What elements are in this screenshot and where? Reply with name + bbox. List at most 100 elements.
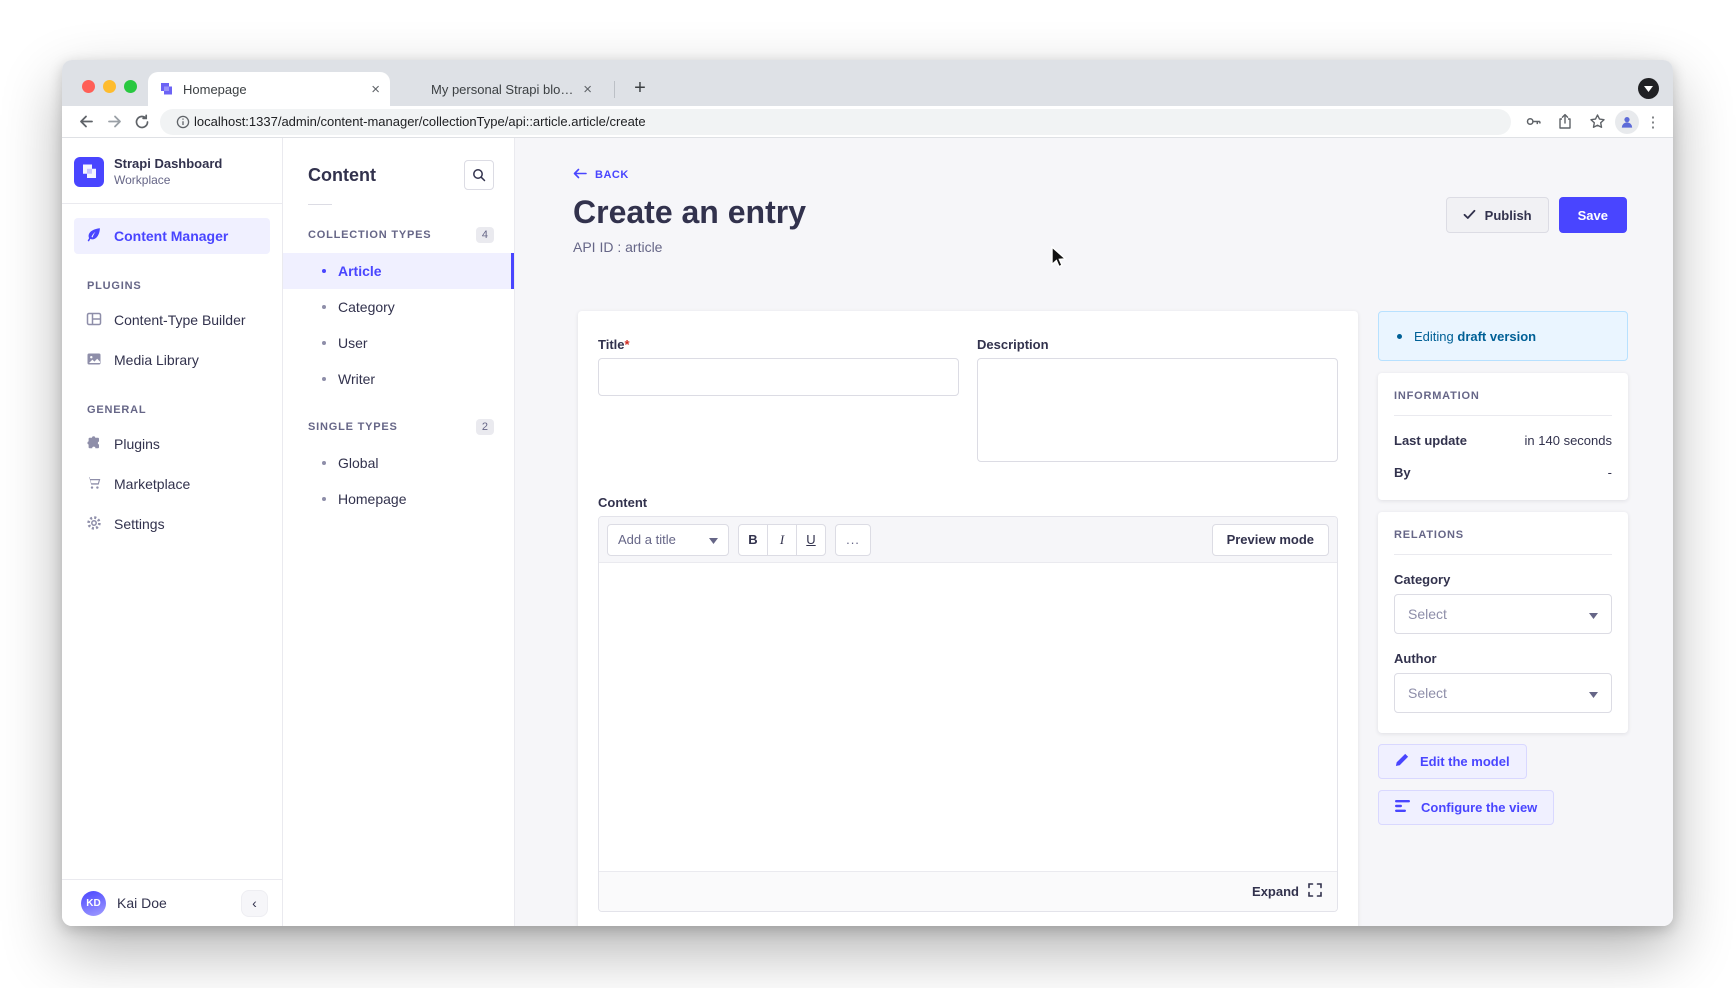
tab-homepage[interactable]: Homepage × <box>148 72 390 106</box>
draft-banner-text: Editing draft version <box>1414 329 1536 344</box>
category-select-placeholder: Select <box>1408 606 1447 622</box>
search-button[interactable] <box>464 160 494 190</box>
workspace-subtitle: Workplace <box>114 173 222 187</box>
puzzle-icon <box>86 435 102 454</box>
forward-nav-icon[interactable] <box>100 108 128 136</box>
share-icon[interactable] <box>1551 108 1579 136</box>
collection-type-category[interactable]: Category <box>283 289 514 325</box>
single-types-count: 2 <box>476 419 494 435</box>
window-controls <box>82 80 137 93</box>
description-textarea[interactable] <box>977 358 1338 462</box>
workspace-name: Strapi Dashboard <box>114 156 222 171</box>
more-formats-button[interactable]: ... <box>835 524 871 556</box>
gear-icon <box>86 515 102 534</box>
expand-label[interactable]: Expand <box>1252 884 1299 899</box>
sidebar-item-label: Settings <box>114 516 165 532</box>
collection-types-count: 4 <box>476 227 494 243</box>
collection-type-user[interactable]: User <box>283 325 514 361</box>
content-nav-title: Content <box>308 165 376 186</box>
editor-body[interactable] <box>599 563 1337 871</box>
back-arrow-icon <box>573 166 587 184</box>
configure-lines-icon <box>1395 800 1410 815</box>
workspace-brand[interactable]: Strapi Dashboard Workplace <box>62 138 282 203</box>
draft-version-banner: Editing draft version <box>1378 311 1628 361</box>
right-panel: Editing draft version INFORMATION Last u… <box>1378 311 1628 825</box>
browser-action-icons: ⋮ <box>1519 108 1663 136</box>
site-info-icon[interactable] <box>172 108 194 136</box>
chevron-down-icon <box>1589 606 1598 622</box>
relations-header: RELATIONS <box>1394 529 1612 555</box>
title-input[interactable] <box>598 358 959 396</box>
url-text: localhost:1337/admin/content-manager/col… <box>194 114 646 129</box>
minimize-window-button[interactable] <box>103 80 116 93</box>
by-row: By - <box>1394 465 1612 480</box>
single-type-global[interactable]: Global <box>283 445 514 481</box>
author-select-placeholder: Select <box>1408 685 1447 701</box>
browser-window: Homepage × My personal Strapi blog | Str… <box>62 60 1673 926</box>
new-tab-button[interactable]: + <box>626 74 654 102</box>
last-update-row: Last update in 140 seconds <box>1394 433 1612 448</box>
edit-model-button[interactable]: Edit the model <box>1378 744 1527 779</box>
tab-strip: Homepage × My personal Strapi blog | Str… <box>62 60 1673 106</box>
author-select[interactable]: Select <box>1394 673 1612 713</box>
bullet-icon <box>322 461 326 465</box>
browser-menu-icon[interactable]: ⋮ <box>1643 108 1663 136</box>
sidebar-item-label: Media Library <box>114 352 199 368</box>
configure-view-label: Configure the view <box>1421 800 1537 815</box>
sidebar-item-settings[interactable]: Settings <box>74 506 270 542</box>
editor-toolbar: Add a title B I U ... Prev <box>599 517 1337 563</box>
check-icon <box>1463 208 1476 223</box>
tab-title: My personal Strapi blog | Strap <box>431 82 575 97</box>
category-select[interactable]: Select <box>1394 594 1612 634</box>
single-type-homepage[interactable]: Homepage <box>283 481 514 517</box>
sidebar-section-plugins: PLUGINS <box>74 258 270 302</box>
sidebar-item-marketplace[interactable]: Marketplace <box>74 466 270 502</box>
tab-separator <box>614 81 615 98</box>
tab-strapi-blog[interactable]: My personal Strapi blog | Strap × <box>396 72 602 106</box>
page-title: Create an entry <box>573 194 806 231</box>
italic-button[interactable]: I <box>767 524 797 556</box>
bullet-icon <box>1397 334 1402 339</box>
user-avatar[interactable]: KD <box>81 891 106 916</box>
bold-button[interactable]: B <box>738 524 768 556</box>
save-button[interactable]: Save <box>1559 197 1627 233</box>
sidebar-item-label: Content Manager <box>114 228 228 244</box>
heading-select-dropdown[interactable]: Add a title <box>607 524 729 556</box>
sidebar-item-plugins[interactable]: Plugins <box>74 426 270 462</box>
tab-close-icon[interactable]: × <box>583 82 592 97</box>
configure-view-button[interactable]: Configure the view <box>1378 790 1554 825</box>
sidebar-item-media-library[interactable]: Media Library <box>74 342 270 378</box>
zoom-window-button[interactable] <box>124 80 137 93</box>
bookmark-star-icon[interactable] <box>1583 108 1611 136</box>
strapi-admin-app: Strapi Dashboard Workplace Content Manag… <box>62 138 1673 926</box>
required-asterisk: * <box>625 337 630 352</box>
profile-avatar-icon[interactable] <box>1615 110 1639 134</box>
expand-icon[interactable] <box>1308 883 1322 900</box>
collapse-sidebar-button[interactable]: ‹ <box>241 890 268 917</box>
collection-type-article[interactable]: Article <box>283 253 514 289</box>
reload-icon[interactable] <box>128 108 156 136</box>
underline-button[interactable]: U <box>796 524 826 556</box>
back-nav-icon[interactable] <box>72 108 100 136</box>
password-key-icon[interactable] <box>1519 108 1547 136</box>
address-bar[interactable]: localhost:1337/admin/content-manager/col… <box>160 109 1511 135</box>
strapi-favicon-icon <box>158 81 174 97</box>
back-link[interactable]: BACK <box>595 169 629 181</box>
preview-mode-button[interactable]: Preview mode <box>1212 524 1329 556</box>
sidebar-item-label: Content-Type Builder <box>114 312 246 328</box>
collection-type-writer[interactable]: Writer <box>283 361 514 397</box>
tab-search-button[interactable] <box>1638 78 1659 99</box>
sidebar-item-content-manager[interactable]: Content Manager <box>74 218 270 254</box>
tab-close-icon[interactable]: × <box>371 82 380 97</box>
single-types-header: SINGLE TYPES <box>308 421 398 433</box>
sidebar-item-content-type-builder[interactable]: Content-Type Builder <box>74 302 270 338</box>
publish-button[interactable]: Publish <box>1446 197 1549 233</box>
close-window-button[interactable] <box>82 80 95 93</box>
single-type-label: Homepage <box>338 491 407 507</box>
by-label: By <box>1394 465 1411 480</box>
blog-favicon-icon <box>406 81 422 97</box>
feather-pen-icon <box>86 227 102 246</box>
pencil-icon <box>1395 753 1409 770</box>
api-id-subtitle: API ID : article <box>573 239 806 255</box>
content-nav-divider <box>308 204 332 205</box>
